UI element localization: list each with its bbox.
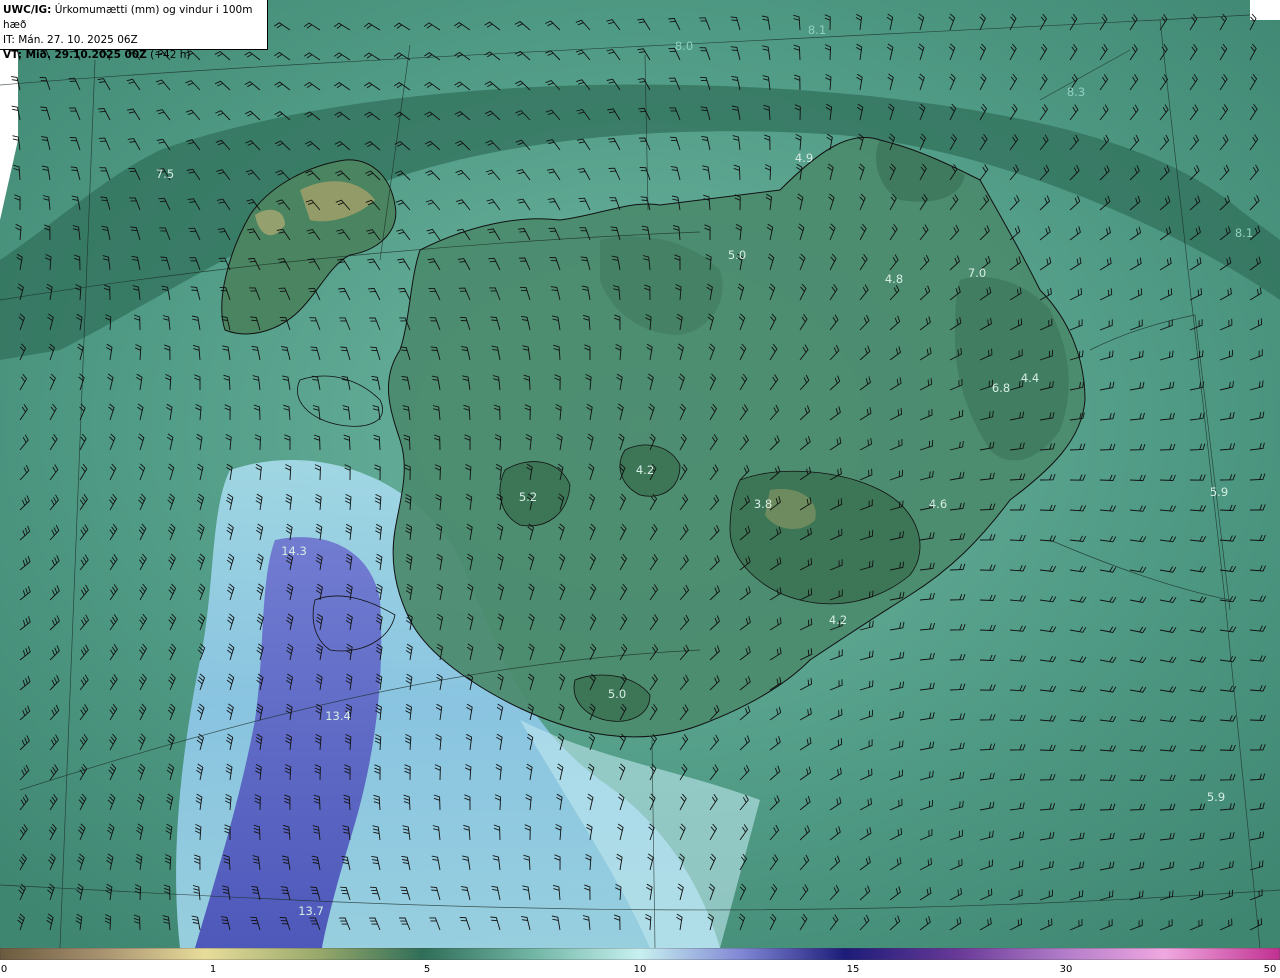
value-label: 8.3: [1066, 85, 1086, 99]
value-label: 5.0: [607, 687, 627, 701]
legend-tick: 5: [423, 964, 431, 975]
value-label: 5.0: [727, 248, 747, 262]
value-label: 8.1: [1234, 226, 1254, 240]
value-label: 5.9: [1206, 790, 1226, 804]
value-label: 8.0: [674, 39, 694, 53]
legend-tick: 1: [209, 964, 217, 975]
model-name: UWC/IG:: [3, 4, 52, 16]
legend-tick: 30: [1059, 964, 1073, 975]
value-label: 7.0: [967, 266, 987, 280]
value-label: 4.2: [828, 613, 848, 627]
legend-tick: 10: [633, 964, 647, 975]
value-label: 14.3: [281, 544, 307, 558]
issue-time: IT: Mán. 27. 10. 2025 06Z: [3, 34, 138, 46]
title-line: UWC/IG: Úrkomumætti (mm) og vindur i 100…: [3, 3, 267, 33]
valid-time: VT: Mið. 29.10.2025 00Z: [3, 49, 147, 61]
legend-tick: 50: [1263, 964, 1277, 975]
value-label: 6.8: [991, 381, 1011, 395]
value-label: 3.8: [753, 497, 773, 511]
value-label: 8.1: [807, 23, 827, 37]
value-label: 4.8: [884, 272, 904, 286]
value-label: 5.9: [1209, 485, 1229, 499]
legend-tick: 0: [0, 964, 8, 975]
legend-tick: 15: [846, 964, 860, 975]
valid-time-line: VT: Mið. 29.10.2025 00Z (+42 h): [3, 48, 267, 63]
value-label: 4.6: [928, 497, 948, 511]
value-label: 13.4: [325, 709, 351, 723]
value-label: 4.2: [635, 463, 655, 477]
color-legend: [0, 948, 1280, 960]
header-box: UWC/IG: Úrkomumætti (mm) og vindur i 100…: [0, 0, 268, 61]
value-label: 4.4: [1020, 371, 1040, 385]
lead-time: (+42 h): [150, 49, 191, 61]
value-label: 5.2: [518, 490, 538, 504]
value-label: 4.9: [794, 151, 814, 165]
value-label: 7.5: [155, 167, 175, 181]
value-label: 13.7: [298, 904, 324, 918]
